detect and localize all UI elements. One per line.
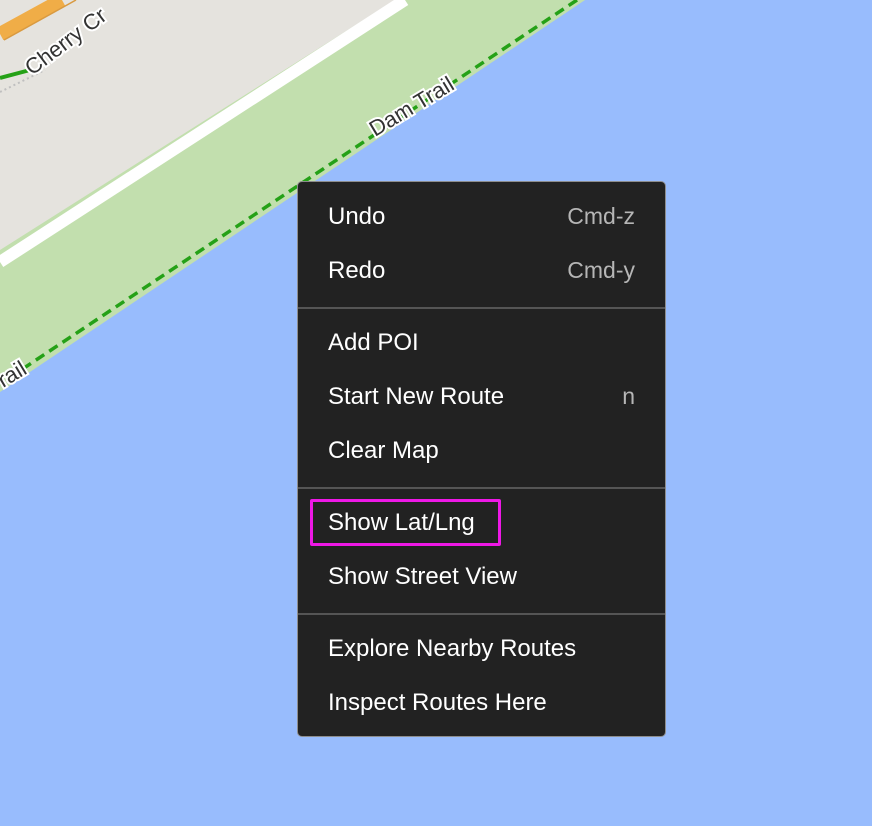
menu-item-label: Show Lat/Lng bbox=[328, 509, 475, 536]
menu-item-explore-nearby-routes[interactable]: Explore Nearby Routes bbox=[298, 623, 665, 677]
menu-item-shortcut: Cmd-z bbox=[567, 203, 635, 229]
menu-separator bbox=[298, 613, 665, 615]
menu-item-label: Inspect Routes Here bbox=[328, 689, 547, 716]
menu-item-inspect-routes-here[interactable]: Inspect Routes Here bbox=[298, 677, 665, 731]
menu-item-add-poi[interactable]: Add POI bbox=[298, 317, 665, 371]
context-menu: Undo Cmd-z Redo Cmd-y Add POI Start New Route… bbox=[297, 181, 666, 737]
menu-item-label: Undo bbox=[328, 203, 386, 230]
menu-item-label: Redo bbox=[328, 257, 386, 284]
menu-item-shortcut: Cmd-y bbox=[567, 257, 635, 283]
menu-item-label: Show Street View bbox=[328, 563, 517, 590]
menu-item-redo[interactable]: Redo Cmd-y bbox=[298, 245, 665, 299]
menu-item-clear-map[interactable]: Clear Map bbox=[298, 425, 665, 479]
menu-item-label: Add POI bbox=[328, 329, 419, 356]
menu-item-start-new-route[interactable]: Start New Route n bbox=[298, 371, 665, 425]
menu-item-undo[interactable]: Undo Cmd-z bbox=[298, 191, 665, 245]
menu-item-label: Explore Nearby Routes bbox=[328, 635, 577, 662]
menu-item-show-street-view[interactable]: Show Street View bbox=[298, 551, 665, 605]
menu-item-show-lat-lng[interactable]: Show Lat/Lng bbox=[298, 497, 665, 551]
menu-item-label: Start New Route bbox=[328, 383, 505, 410]
menu-separator bbox=[298, 487, 665, 489]
menu-item-shortcut: n bbox=[622, 383, 635, 409]
menu-separator bbox=[298, 307, 665, 309]
menu-item-label: Clear Map bbox=[328, 437, 439, 464]
